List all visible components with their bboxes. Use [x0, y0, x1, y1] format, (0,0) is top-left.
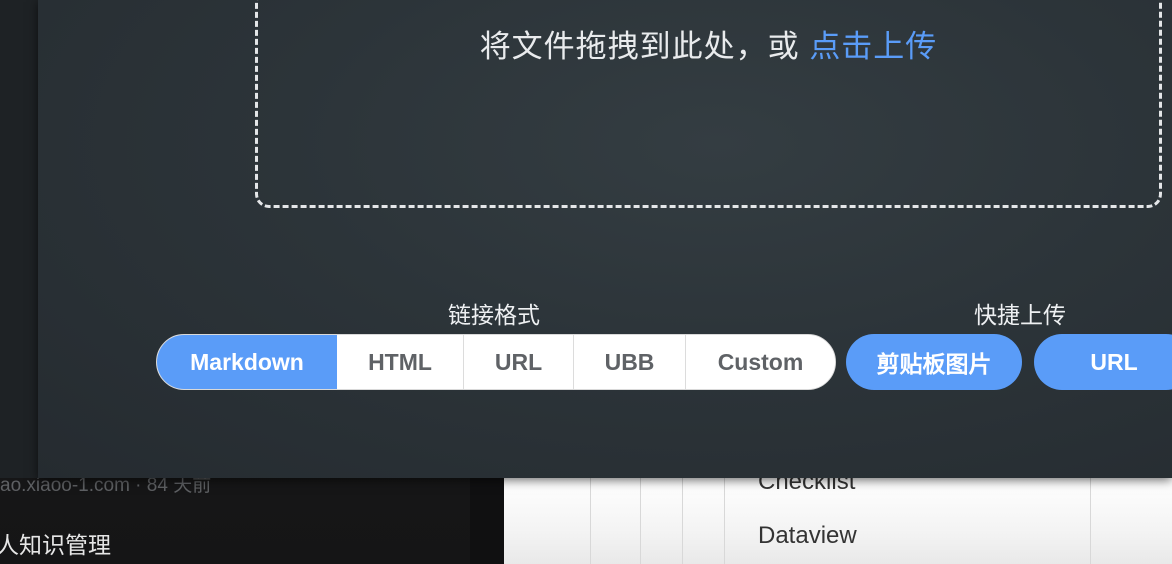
format-markdown-button[interactable]: Markdown	[157, 335, 337, 389]
format-url-button[interactable]: URL	[464, 335, 574, 389]
table-column-divider	[640, 478, 641, 564]
drop-instructions: 将文件拖拽到此处，或 点击上传	[258, 21, 1159, 66]
drop-instructions-text: 将文件拖拽到此处，或	[479, 29, 810, 64]
table-column-divider	[590, 478, 591, 564]
background-list-item[interactable]: 人知识管理	[0, 526, 111, 560]
format-ubb-button[interactable]: UBB	[574, 335, 686, 389]
url-upload-button[interactable]: URL	[1034, 334, 1172, 390]
file-drop-zone[interactable]: 将文件拖拽到此处，或 点击上传	[255, 0, 1162, 208]
link-format-selector: Markdown HTML URL UBB Custom	[156, 334, 836, 390]
table-column-divider	[1090, 478, 1091, 564]
background-divider	[470, 478, 504, 564]
overlay-edge	[0, 0, 38, 478]
background-table: Checklist Dataview	[504, 468, 1172, 564]
format-html-button[interactable]: HTML	[337, 335, 464, 389]
link-format-label: 链接格式	[448, 302, 540, 328]
clipboard-image-upload-button[interactable]: 剪贴板图片	[846, 334, 1022, 390]
table-cell-dataview[interactable]: Dataview	[758, 522, 857, 550]
click-upload-link[interactable]: 点击上传	[809, 29, 937, 64]
table-column-divider	[682, 478, 683, 564]
table-column-divider	[724, 478, 725, 564]
format-custom-button[interactable]: Custom	[686, 335, 835, 389]
quick-upload-label: 快捷上传	[974, 302, 1066, 328]
upload-dialog: 将文件拖拽到此处，或 点击上传 链接格式 快捷上传 Markdown HTML …	[38, 0, 1172, 478]
